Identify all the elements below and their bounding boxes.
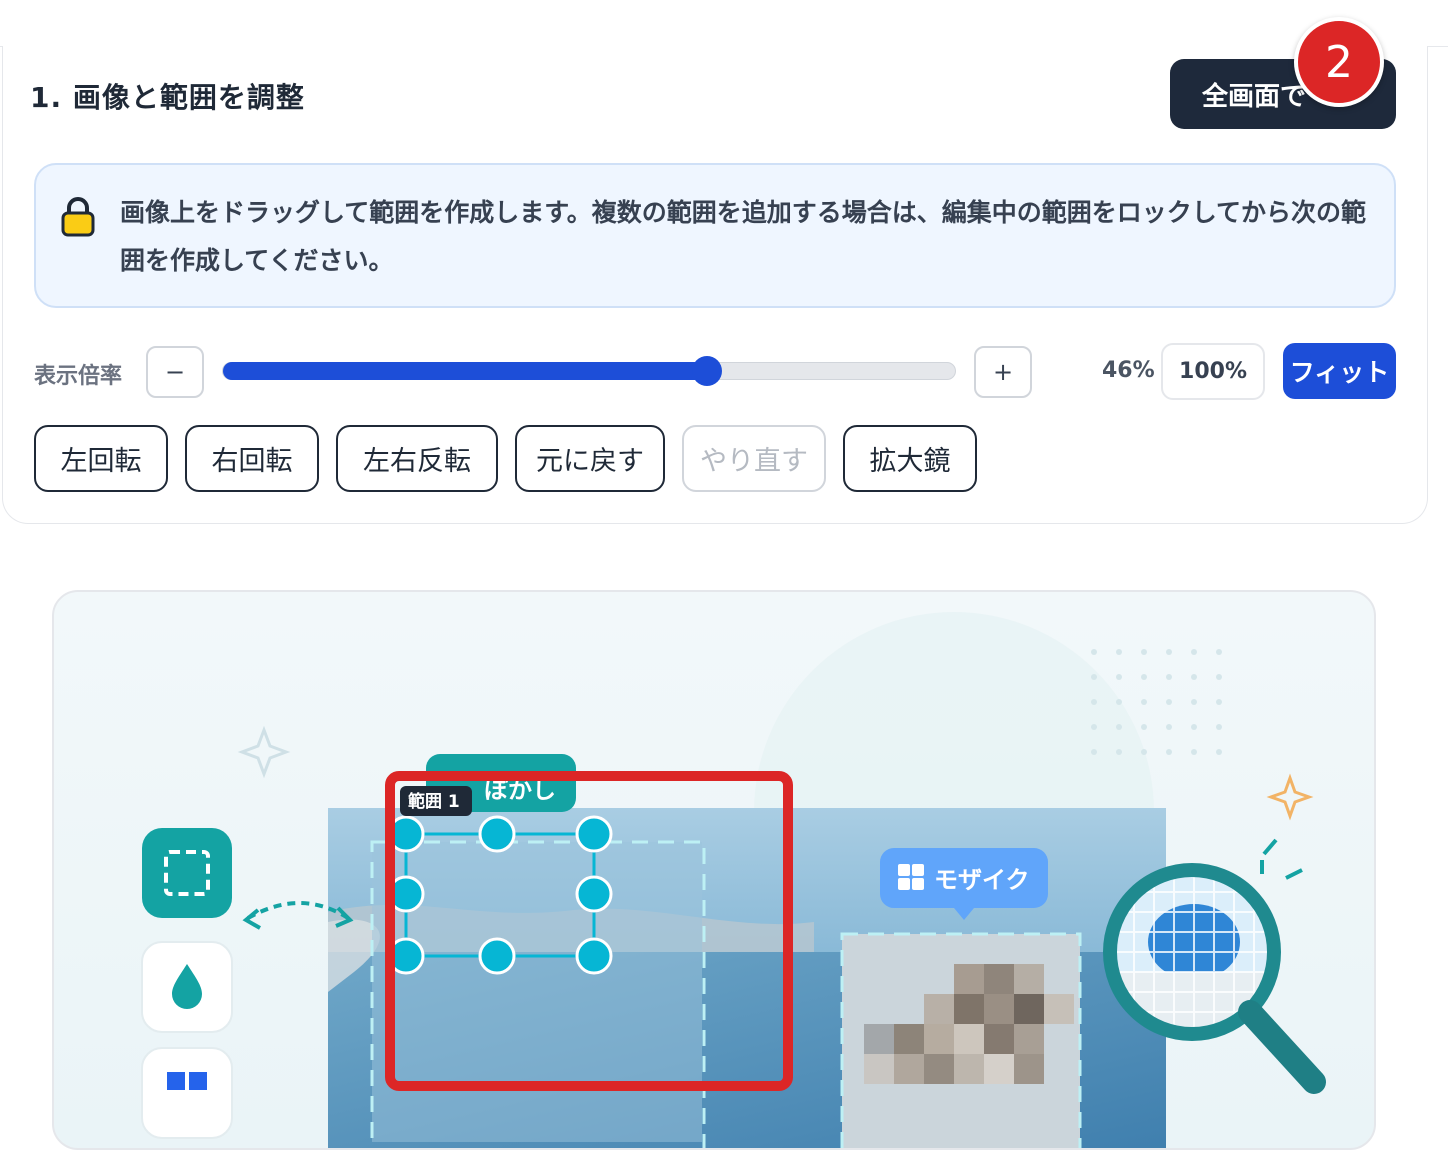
zoom-value: 46% <box>1102 358 1155 383</box>
info-box: 画像上をドラッグして範囲を作成します。複数の範囲を追加する場合は、編集中の範囲を… <box>34 163 1396 308</box>
mosaic-area <box>842 934 1080 1148</box>
zoom-in-button[interactable]: + <box>974 346 1032 398</box>
zoom-slider-fill <box>223 362 708 380</box>
top-bar <box>0 0 1448 47</box>
info-text: 画像上をドラッグして範囲を作成します。複数の範囲を追加する場合は、編集中の範囲を… <box>120 198 1367 275</box>
section-title: 1. 画像と範囲を調整 <box>30 81 305 114</box>
redo-button: やり直す <box>682 425 826 492</box>
step-badge: 2 <box>1294 17 1384 107</box>
mosaic-tag: モザイク <box>934 866 1030 894</box>
zoom-100-button[interactable]: 100% <box>1161 343 1265 400</box>
rotate-left-button[interactable]: 左回転 <box>34 425 168 492</box>
magnifier-button[interactable]: 拡大鏡 <box>843 425 977 492</box>
lock-icon <box>60 197 96 241</box>
sparkle-icon <box>1266 773 1314 821</box>
select-tool-icon <box>142 828 232 918</box>
flip-horizontal-button[interactable]: 左右反転 <box>336 425 498 492</box>
undo-button[interactable]: 元に戻す <box>515 425 665 492</box>
fit-button[interactable]: フィット <box>1283 343 1396 399</box>
sparkle-icon <box>237 725 291 779</box>
zoom-label: 表示倍率 <box>34 364 123 389</box>
highlight-box <box>385 771 793 1091</box>
fullscreen-label: 全画面で <box>1202 81 1307 112</box>
rotate-right-button[interactable]: 右回転 <box>185 425 319 492</box>
zoom-slider[interactable] <box>222 356 956 386</box>
zoom-out-button[interactable]: − <box>146 346 204 398</box>
